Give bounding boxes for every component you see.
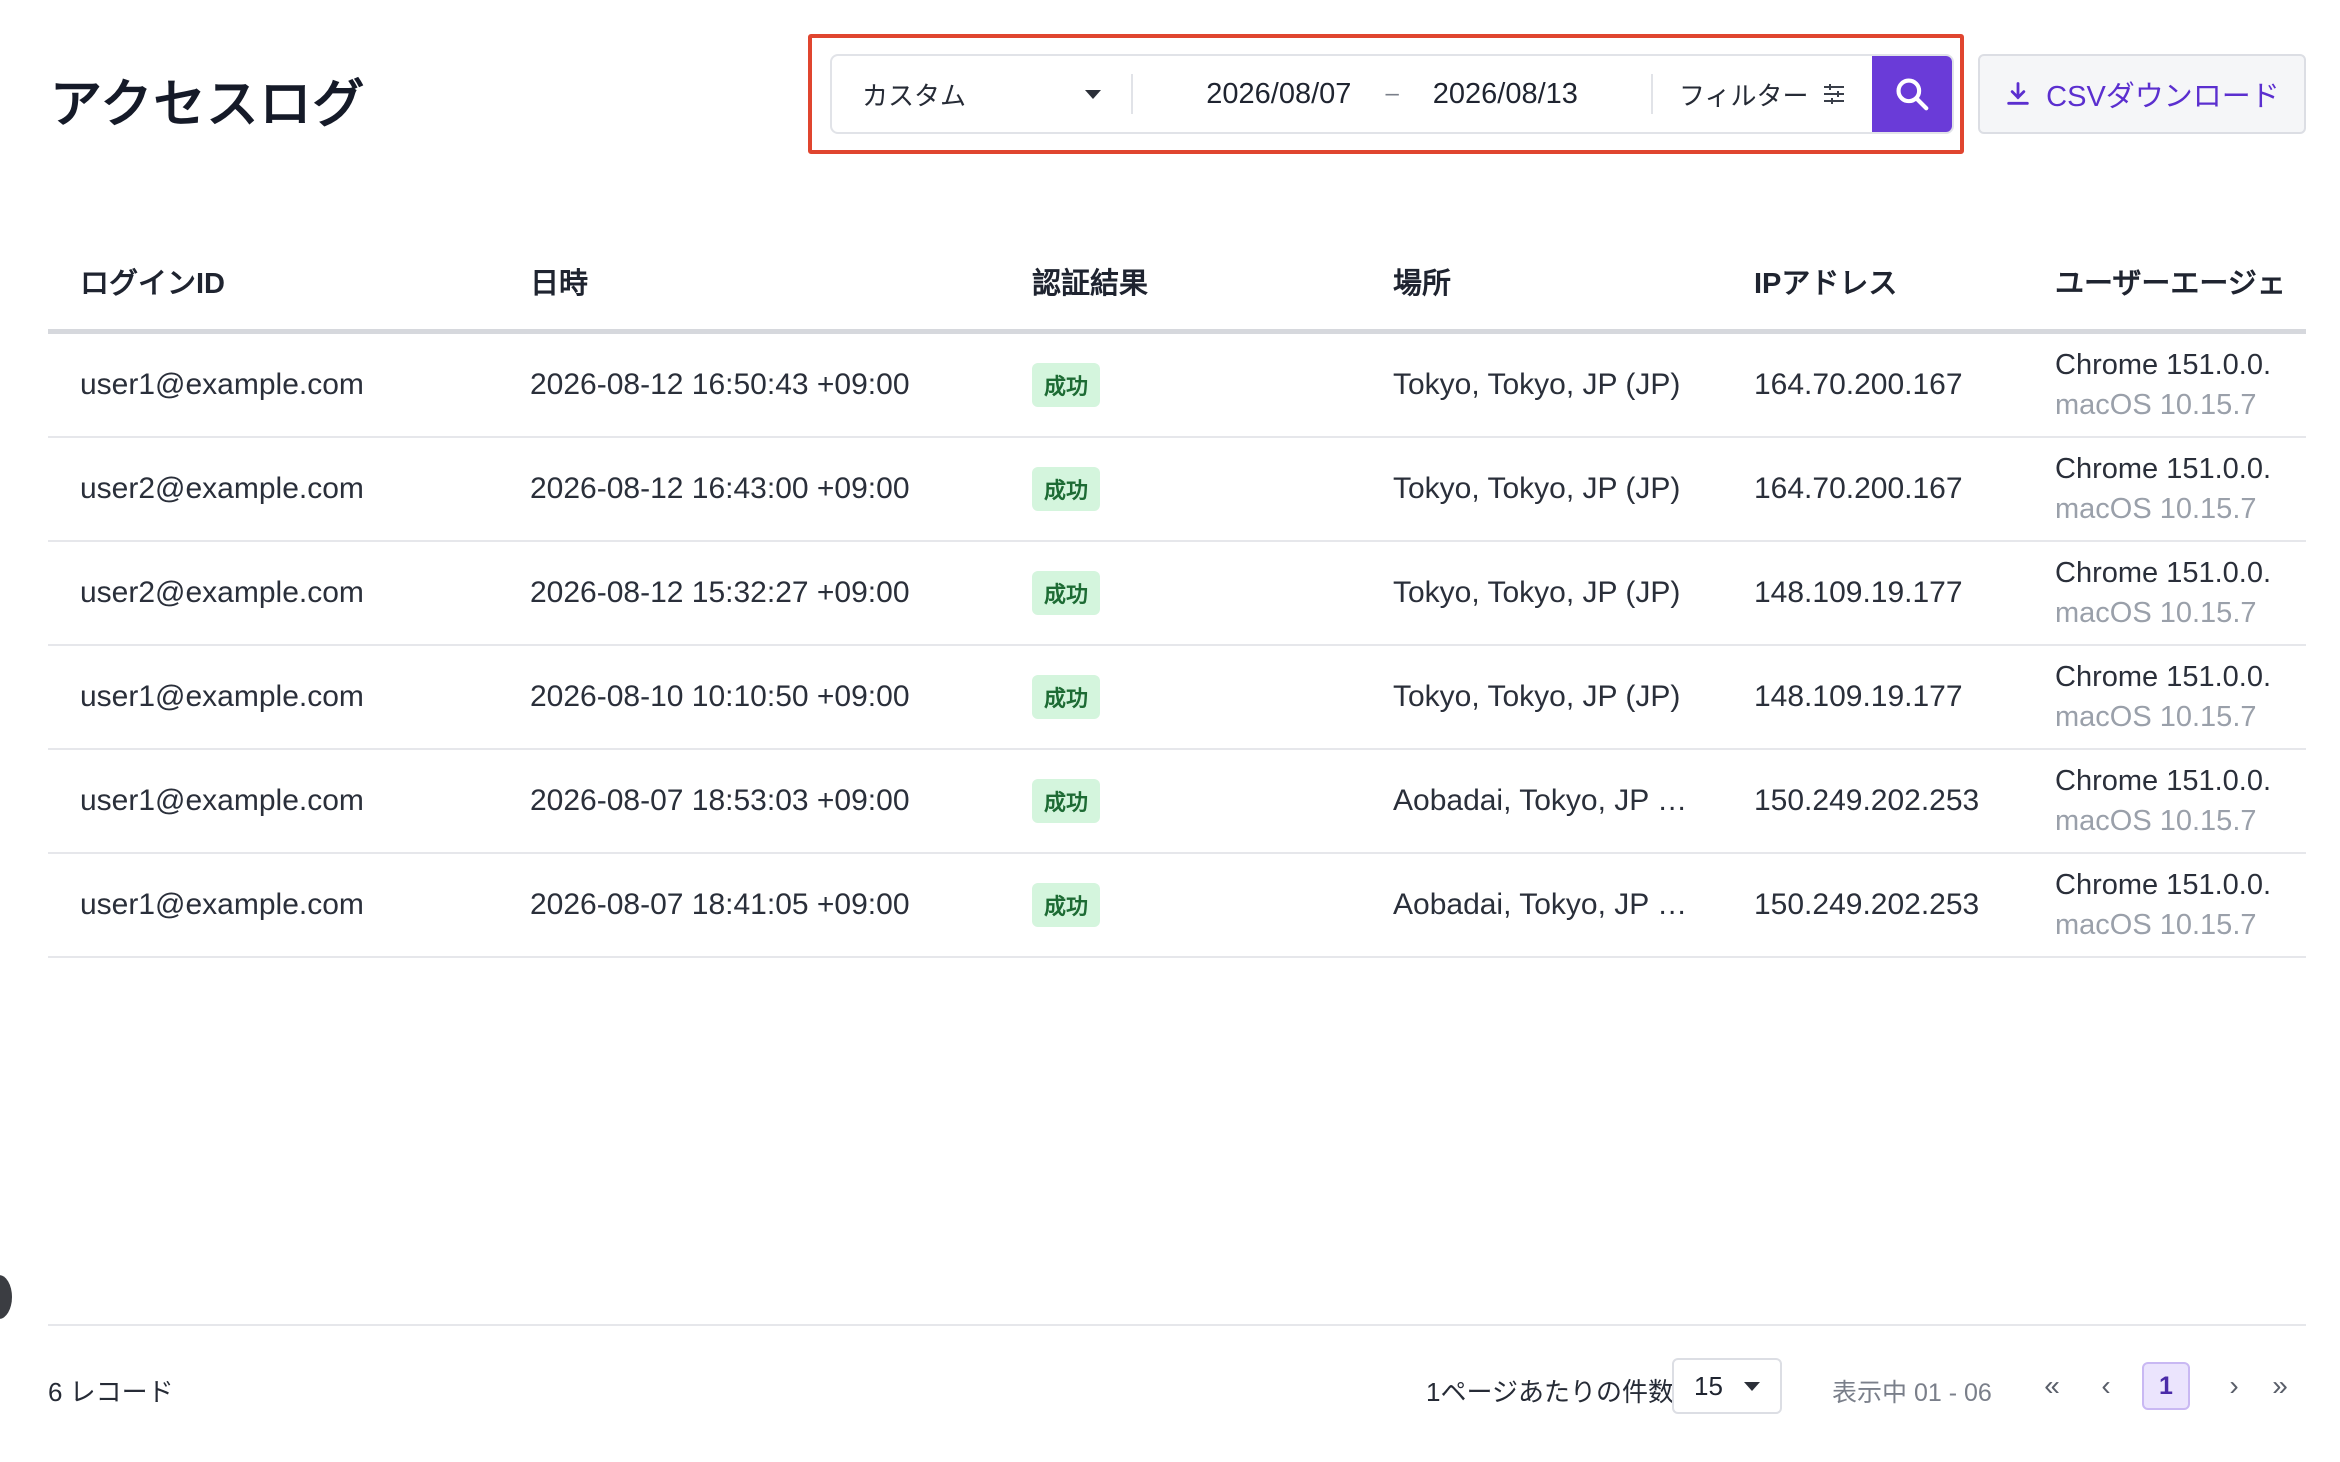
first-page-button[interactable]: « [2030,1362,2074,1410]
user-agent-os: macOS 10.15.7 [2055,389,2257,421]
column-header-ip-address[interactable]: IPアドレス [1754,260,2055,302]
status-badge: 成功 [1032,883,1101,927]
prev-page-button[interactable]: ‹ [2084,1362,2128,1410]
filter-label: フィルター [1678,80,1809,111]
status-badge: 成功 [1032,571,1101,615]
user-agent-browser: Chrome 151.0.0. [2055,765,2272,797]
datetime-cell: 2026-08-12 16:43:00 +09:00 [530,472,910,505]
auth-result-cell: 成功 [1032,675,1393,719]
datetime-cell: 2026-08-10 10:10:50 +09:00 [530,680,910,713]
side-handle[interactable] [0,1275,12,1319]
chevron-down-icon [1085,89,1102,99]
record-count: 6 レコード [48,1377,174,1407]
user-agent-os: macOS 10.15.7 [2055,701,2257,733]
page-title: アクセスログ [50,76,366,134]
auth-result-cell: 成功 [1032,363,1393,407]
user-agent-cell: Chrome 151.0.0. macOS 10.15.7 [2055,657,2306,737]
table-row[interactable]: user1@example.com 2026-08-12 16:50:43 +09… [48,334,2306,438]
status-badge: 成功 [1032,675,1101,719]
user-agent-cell: Chrome 151.0.0. macOS 10.15.7 [2055,761,2306,841]
footer-divider [48,1324,2306,1326]
login-id-cell: user1@example.com [80,784,364,817]
user-agent-browser: Chrome 151.0.0. [2055,557,2272,589]
location-cell: Tokyo, Tokyo, JP (JP) [1393,576,1681,609]
ip-address-cell: 150.249.202.253 [1754,784,1980,817]
access-log-table: ログインID 日時 認証結果 場所 IPアドレス ユーザーエージェ user1@… [48,232,2306,958]
location-cell: Tokyo, Tokyo, JP (JP) [1393,680,1681,713]
showing-range: 表示中 01 - 06 [1832,1379,1992,1407]
date-separator: – [1385,80,1399,107]
user-agent-os: macOS 10.15.7 [2055,597,2257,629]
table-row[interactable]: user2@example.com 2026-08-12 15:32:27 +09… [48,542,2306,646]
table-row[interactable]: user2@example.com 2026-08-12 16:43:00 +09… [48,438,2306,542]
search-toolbar: カスタム 2026/08/07 – 2026/08/13 フィルター [830,54,1954,134]
search-icon [1896,78,1929,111]
ip-address-cell: 150.249.202.253 [1754,888,1980,921]
auth-result-cell: 成功 [1032,883,1393,927]
auth-result-cell: 成功 [1032,779,1393,823]
period-select[interactable]: カスタム [832,56,1131,132]
datetime-cell: 2026-08-12 16:50:43 +09:00 [530,368,910,401]
column-header-datetime[interactable]: 日時 [530,260,1032,302]
user-agent-os: macOS 10.15.7 [2055,909,2257,941]
per-page-label: 1ページあたりの件数 [1426,1377,1674,1407]
status-badge: 成功 [1032,363,1101,407]
datetime-cell: 2026-08-07 18:41:05 +09:00 [530,888,910,921]
user-agent-cell: Chrome 151.0.0. macOS 10.15.7 [2055,553,2306,633]
table-row[interactable]: user1@example.com 2026-08-07 18:41:05 +09… [48,854,2306,958]
status-badge: 成功 [1032,779,1101,823]
per-page-value: 15 [1694,1370,1723,1401]
user-agent-browser: Chrome 151.0.0. [2055,453,2272,485]
ip-address-cell: 164.70.200.167 [1754,472,1963,505]
next-page-button[interactable]: › [2212,1362,2256,1410]
date-to-input[interactable]: 2026/08/13 [1419,78,1592,111]
status-badge: 成功 [1032,467,1101,511]
csv-download-button[interactable]: CSVダウンロード [1978,54,2306,134]
auth-result-cell: 成功 [1032,571,1393,615]
login-id-cell: user2@example.com [80,472,364,505]
column-header-user-agent[interactable]: ユーザーエージェ [2055,260,2306,302]
login-id-cell: user1@example.com [80,888,364,921]
date-range: 2026/08/07 – 2026/08/13 [1133,56,1651,132]
ip-address-cell: 164.70.200.167 [1754,368,1963,401]
column-header-location[interactable]: 場所 [1393,260,1754,302]
period-select-value: カスタム [862,80,967,111]
table-row[interactable]: user1@example.com 2026-08-10 10:10:50 +09… [48,646,2306,750]
location-cell: Tokyo, Tokyo, JP (JP) [1393,472,1681,505]
filter-button[interactable]: フィルター [1653,56,1872,132]
location-cell: Aobadai, Tokyo, JP … [1393,888,1688,921]
date-from-input[interactable]: 2026/08/07 [1192,78,1365,111]
auth-result-cell: 成功 [1032,467,1393,511]
column-header-auth-result[interactable]: 認証結果 [1032,260,1393,302]
ip-address-cell: 148.109.19.177 [1754,576,1963,609]
datetime-cell: 2026-08-07 18:53:03 +09:00 [530,784,910,817]
ip-address-cell: 148.109.19.177 [1754,680,1963,713]
location-cell: Aobadai, Tokyo, JP … [1393,784,1688,817]
column-header-login-id[interactable]: ログインID [48,260,530,302]
user-agent-browser: Chrome 151.0.0. [2055,661,2272,693]
user-agent-cell: Chrome 151.0.0. macOS 10.15.7 [2055,865,2306,945]
datetime-cell: 2026-08-12 15:32:27 +09:00 [530,576,910,609]
table-row[interactable]: user1@example.com 2026-08-07 18:53:03 +09… [48,750,2306,854]
download-icon [2007,82,2029,105]
user-agent-os: macOS 10.15.7 [2055,805,2257,837]
sliders-icon [1824,84,1845,104]
page-number-button[interactable]: 1 [2142,1362,2190,1410]
chevron-down-icon [1744,1381,1760,1391]
search-button[interactable] [1872,56,1952,132]
per-page-select[interactable]: 15 [1672,1358,1782,1414]
table-header: ログインID 日時 認証結果 場所 IPアドレス ユーザーエージェ [48,232,2306,334]
login-id-cell: user1@example.com [80,368,364,401]
login-id-cell: user2@example.com [80,576,364,609]
csv-download-label: CSVダウンロード [2046,81,2280,113]
location-cell: Tokyo, Tokyo, JP (JP) [1393,368,1681,401]
last-page-button[interactable]: » [2258,1362,2302,1410]
user-agent-browser: Chrome 151.0.0. [2055,349,2272,381]
user-agent-browser: Chrome 151.0.0. [2055,869,2272,901]
table-body: user1@example.com 2026-08-12 16:50:43 +09… [48,334,2306,958]
user-agent-cell: Chrome 151.0.0. macOS 10.15.7 [2055,449,2306,529]
user-agent-cell: Chrome 151.0.0. macOS 10.15.7 [2055,345,2306,425]
user-agent-os: macOS 10.15.7 [2055,493,2257,525]
login-id-cell: user1@example.com [80,680,364,713]
